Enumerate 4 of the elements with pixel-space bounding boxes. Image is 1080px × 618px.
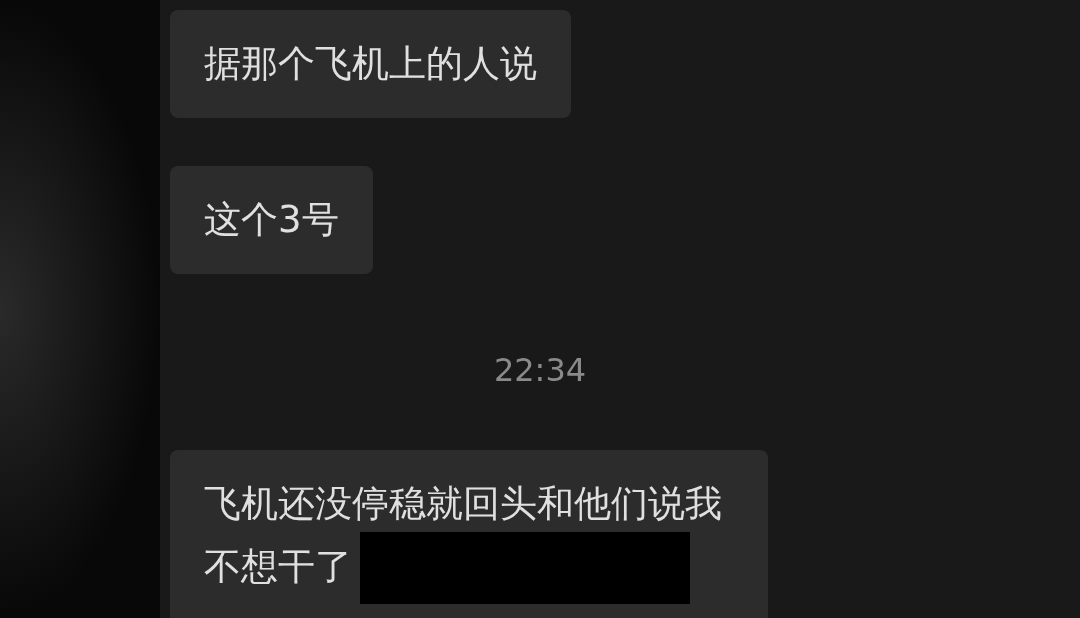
message-text: 飞机还没停稳就回头和他们说我不想干了	[204, 482, 722, 588]
message-text: 这个3号	[204, 198, 339, 241]
timestamp: 22:34	[493, 350, 587, 391]
message-text: 据那个飞机上的人说	[204, 42, 537, 85]
